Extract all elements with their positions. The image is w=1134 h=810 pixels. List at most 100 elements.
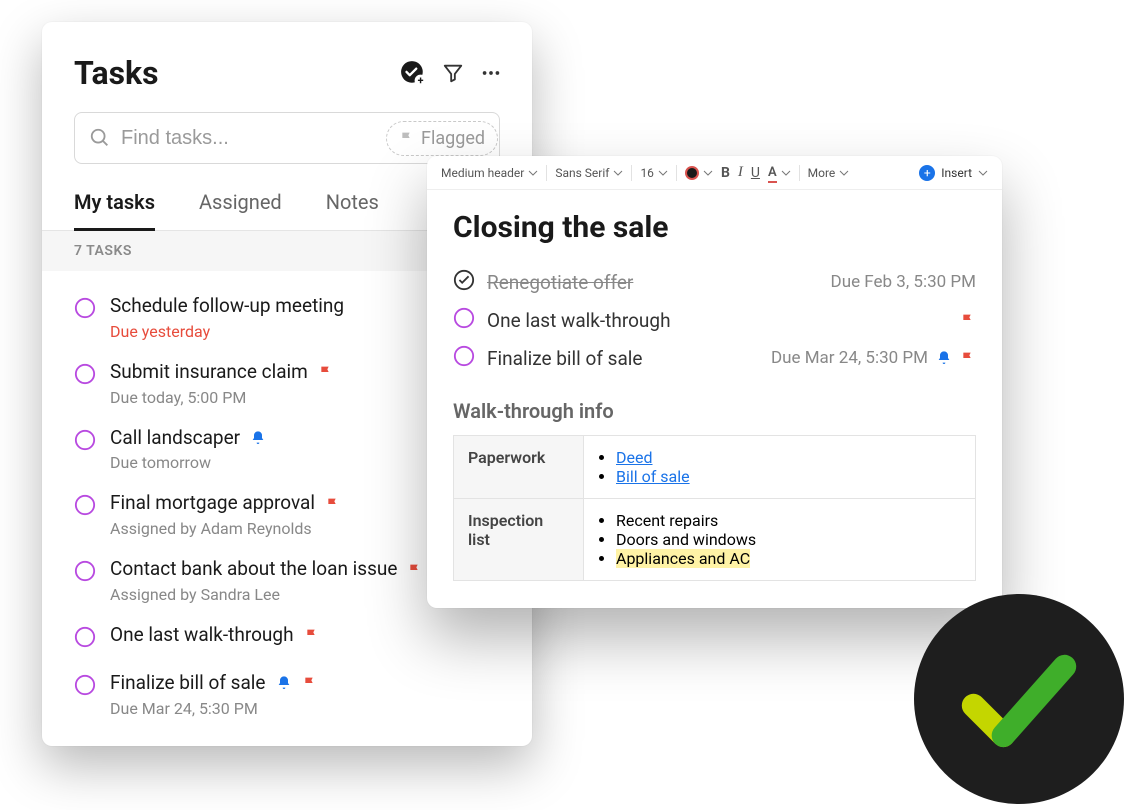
size-dropdown[interactable]: 16 [640,166,668,180]
tab-assigned[interactable]: Assigned [199,182,282,230]
list-item: Bill of sale [616,467,961,486]
tasks-title: Tasks [74,54,159,92]
font-label: Sans Serif [555,166,609,180]
task-row[interactable]: Finalize bill of sale Due Mar 24, 5:30 P… [74,662,500,728]
note-title: Closing the sale [453,210,976,245]
note-task-due: Due Mar 24, 5:30 PM [771,348,976,368]
note-task-row[interactable]: Finalize bill of sale Due Mar 24, 5:30 P… [453,339,976,377]
insert-button[interactable]: + Insert [919,165,988,181]
table-label: Inspection list [454,499,584,581]
flag-icon [960,350,976,366]
tasks-header: Tasks + [42,54,532,112]
insert-label: Insert [941,166,972,180]
font-dropdown[interactable]: Sans Serif [555,166,623,180]
table-row: Paperwork Deed Bill of sale [454,436,976,499]
task-title: Submit insurance claim [110,361,308,384]
checkmark-badge [914,594,1124,804]
bell-icon [250,430,266,446]
task-title: Call landscaper [110,427,240,450]
flagged-filter-chip[interactable]: Flagged [386,121,498,156]
more-dropdown[interactable]: More [808,166,850,180]
flag-icon [304,627,320,643]
walkthrough-table: Paperwork Deed Bill of sale Inspection l… [453,435,976,581]
heading-dropdown[interactable]: Medium header [441,166,538,180]
task-checkbox[interactable] [74,674,96,700]
note-task-row[interactable]: One last walk-through [453,301,976,339]
search-input[interactable] [111,127,386,150]
task-checkbox[interactable] [74,363,96,389]
flag-icon [407,562,423,578]
chevron-down-icon [781,168,791,178]
underline-button[interactable]: U [751,165,760,181]
flag-icon [302,675,318,691]
task-checkbox[interactable] [74,560,96,586]
font-color-button[interactable]: A [768,165,791,180]
text-color-picker[interactable] [685,166,713,180]
task-row[interactable]: One last walk-through [74,614,500,662]
chevron-down-icon [528,168,538,178]
task-title: Final mortgage approval [110,492,315,515]
separator [799,165,800,181]
heading-label: Medium header [441,166,524,180]
flagged-label: Flagged [421,128,485,149]
size-label: 16 [640,166,654,180]
chevron-down-icon [978,168,988,178]
note-task-title: One last walk-through [487,309,948,332]
task-checkbox[interactable] [74,626,96,652]
more-icon[interactable] [480,62,502,84]
italic-button[interactable]: I [738,164,743,181]
task-checkbox[interactable] [453,307,475,333]
chevron-down-icon [658,168,668,178]
plus-icon: + [919,165,935,181]
more-label: More [808,166,836,180]
search-icon [89,127,111,149]
task-title: Finalize bill of sale [110,672,266,695]
tab-notes[interactable]: Notes [326,182,379,230]
chevron-down-icon [839,168,849,178]
task-title: One last walk-through [110,624,294,647]
due-text: Due Mar 24, 5:30 PM [771,348,928,368]
tab-my-tasks[interactable]: My tasks [74,182,155,231]
flag-icon [325,496,341,512]
task-checkbox[interactable] [453,345,475,371]
task-checkbox[interactable] [74,297,96,323]
separator [546,165,547,181]
task-title: Contact bank about the loan issue [110,558,397,581]
checkmark-icon [954,634,1084,764]
list-item: Deed [616,448,961,467]
separator [631,165,632,181]
flag-icon [399,130,415,146]
task-checkbox[interactable] [74,494,96,520]
task-title: Schedule follow-up meeting [110,295,344,318]
chevron-down-icon [613,168,623,178]
tasks-header-actions: + [400,60,502,86]
highlighted-text: Appliances and AC [616,549,750,568]
note-body[interactable]: Closing the sale Renegotiate offer Due F… [427,190,1002,599]
table-cell: Recent repairs Doors and windows Applian… [584,499,976,581]
note-subheading: Walk-through info [453,399,976,423]
chevron-down-icon [703,168,713,178]
color-swatch-icon [685,166,699,180]
link-deed[interactable]: Deed [616,448,653,467]
filter-icon[interactable] [442,62,464,84]
list-item: Doors and windows [616,530,961,549]
bold-button[interactable]: B [721,165,730,181]
task-checkbox-checked[interactable] [453,269,475,295]
task-subtext: Due Mar 24, 5:30 PM [110,699,500,718]
note-task-row[interactable]: Renegotiate offer Due Feb 3, 5:30 PM [453,263,976,301]
note-task-due: Due Feb 3, 5:30 PM [831,272,976,292]
note-task-title: Renegotiate offer [487,271,819,294]
separator [676,165,677,181]
list-item: Recent repairs [616,511,961,530]
bell-icon [936,350,952,366]
table-cell: Deed Bill of sale [584,436,976,499]
bell-icon [276,675,292,691]
checkmark-plus-icon[interactable]: + [400,60,426,86]
table-label: Paperwork [454,436,584,499]
link-bill-of-sale[interactable]: Bill of sale [616,467,690,486]
note-task-title: Finalize bill of sale [487,347,759,370]
flag-icon [318,364,334,380]
task-checkbox[interactable] [74,429,96,455]
table-row: Inspection list Recent repairs Doors and… [454,499,976,581]
editor-toolbar: Medium header Sans Serif 16 B I U A More [427,156,1002,190]
